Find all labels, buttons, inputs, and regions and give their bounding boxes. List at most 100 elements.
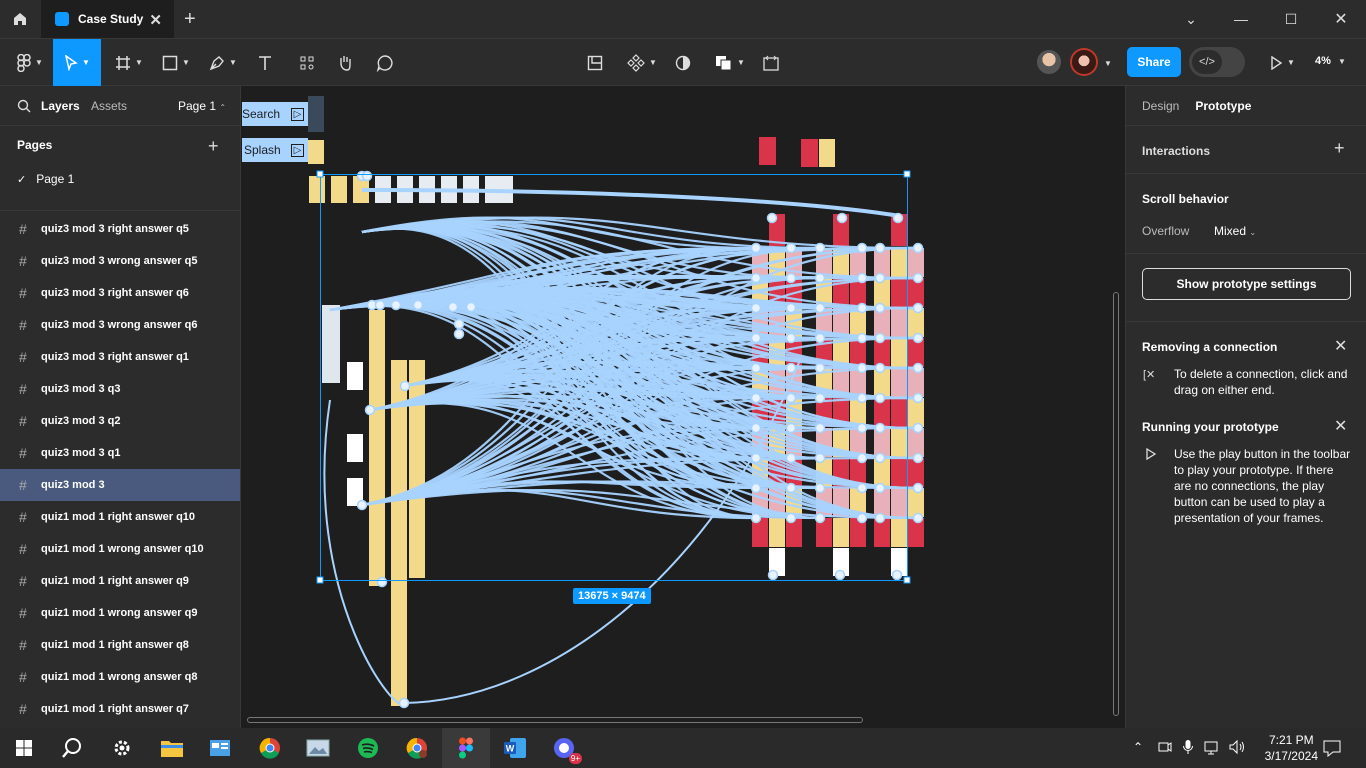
layer-item[interactable]: # quiz1 mod 1 right answer q7 [0,693,240,725]
connection-endpoint[interactable] [814,452,826,464]
frame-thumbnail[interactable] [891,248,907,277]
connection-endpoint[interactable] [912,392,924,404]
connection-endpoint[interactable] [856,302,868,314]
frame-thumbnail[interactable] [891,518,907,547]
notifications-app-button[interactable]: 9+ [550,734,582,764]
connection-endpoint[interactable] [399,380,411,392]
connection-endpoint[interactable] [874,482,886,494]
connection-endpoint[interactable] [874,332,886,344]
connection-endpoint[interactable] [874,242,886,254]
connection-endpoint[interactable] [856,332,868,344]
layer-item[interactable]: # quiz3 mod 3 q1 [0,437,240,469]
layer-item[interactable]: # quiz3 mod 3 q2 [0,405,240,437]
connection-endpoint[interactable] [912,422,924,434]
frame-thumbnail[interactable] [833,518,849,547]
system-clock[interactable]: 7:21 PM 3/17/2024 [1265,732,1318,764]
connection-endpoint[interactable] [750,512,762,524]
spotify-button[interactable] [354,734,382,762]
frame-thumbnail[interactable] [309,176,325,203]
connection-endpoint[interactable] [856,452,868,464]
connection-endpoint[interactable] [892,212,904,224]
connection-endpoint[interactable] [912,332,924,344]
connection-endpoint[interactable] [785,362,797,374]
connection-endpoint[interactable] [750,482,762,494]
connection-endpoint[interactable] [766,212,778,224]
frame-thumbnail[interactable] [891,458,907,487]
add-interaction-icon[interactable]: + [1334,138,1345,159]
connection-endpoint[interactable] [374,299,386,311]
connection-endpoint[interactable] [814,272,826,284]
frame-thumbnail[interactable] [891,428,907,457]
layer-item[interactable]: # quiz3 mod 3 wrong answer q6 [0,309,240,341]
component-tool[interactable]: ▼ [622,39,662,86]
play-flow-icon[interactable]: ▷ [291,107,304,121]
resize-handle[interactable] [903,576,911,584]
frame-thumbnail[interactable] [769,518,785,547]
frame-thumbnail[interactable] [891,398,907,427]
connection-endpoint[interactable] [750,452,762,464]
connection-endpoint[interactable] [834,569,846,581]
mask-tool[interactable] [668,39,698,86]
connection-endpoint[interactable] [750,242,762,254]
photos-button[interactable] [304,734,332,762]
new-tab-icon[interactable]: + [184,8,196,31]
connection-endpoint[interactable] [814,302,826,314]
settings-taskbar-button[interactable] [108,734,136,762]
present-button[interactable]: ▼ [1262,39,1302,86]
pen-tool[interactable]: ▼ [202,39,244,86]
connection-endpoint[interactable] [814,422,826,434]
connection-endpoint[interactable] [912,272,924,284]
resize-handle[interactable] [316,170,324,178]
network-icon[interactable] [1204,739,1222,760]
dev-mode-toggle[interactable]: </> [1189,47,1245,77]
connection-endpoint[interactable] [814,482,826,494]
flow-label-splash[interactable]: Splash ▷ [242,138,308,162]
figma-taskbar-icon-wrap[interactable] [452,734,480,762]
volume-icon[interactable] [1228,739,1246,760]
layer-item[interactable]: # quiz1 mod 1 wrong answer q8 [0,661,240,693]
connection-endpoint[interactable] [874,452,886,464]
chevron-up-icon[interactable]: ⌃ [1133,740,1143,754]
document-tab[interactable]: Case Study ✕ [41,0,174,38]
horizontal-scrollbar[interactable] [247,717,863,723]
connection-endpoint[interactable] [785,272,797,284]
text-tool[interactable] [250,39,280,86]
connection-endpoint[interactable] [912,302,924,314]
layer-item[interactable]: # quiz3 mod 3 right answer q5 [0,213,240,245]
minimize-button[interactable]: — [1216,0,1266,38]
connection-endpoint[interactable] [453,318,465,330]
chrome-button[interactable] [256,734,284,762]
home-button[interactable] [0,0,40,38]
connection-endpoint[interactable] [814,392,826,404]
connection-endpoint[interactable] [912,452,924,464]
connection-endpoint[interactable] [465,301,477,313]
frame-thumbnail[interactable] [891,278,907,307]
frame-thumbnails-top[interactable] [308,96,835,167]
avatar-current-user[interactable] [1072,50,1096,74]
connection-endpoint[interactable] [398,697,410,709]
connection-endpoint[interactable] [767,569,779,581]
microphone-icon[interactable] [1182,739,1194,760]
connection-endpoint[interactable] [364,404,376,416]
connection-endpoint[interactable] [447,301,459,313]
dev-frame-tool[interactable] [756,39,786,86]
chevron-down-icon[interactable]: ▼ [1104,59,1112,68]
resize-handle[interactable] [903,170,911,178]
add-page-icon[interactable]: + [208,136,219,157]
connection-endpoint[interactable] [874,302,886,314]
notification-center-icon[interactable] [1323,739,1341,762]
connection-endpoint[interactable] [785,332,797,344]
shape-tool[interactable]: ▼ [155,39,197,86]
connection-endpoint[interactable] [750,302,762,314]
word-button[interactable]: W [501,734,529,762]
connection-endpoint[interactable] [785,512,797,524]
close-tab-icon[interactable]: ✕ [149,11,162,29]
connection-endpoint[interactable] [874,422,886,434]
connection-endpoint[interactable] [785,392,797,404]
flow-label-search[interactable]: Search ▷ [242,102,308,126]
connection-endpoint[interactable] [453,328,465,340]
connection-endpoint[interactable] [874,512,886,524]
layer-item[interactable]: # quiz3 mod 3 wrong answer q5 [0,245,240,277]
search-icon[interactable] [17,99,31,113]
main-menu-button[interactable]: ▼ [10,39,50,86]
